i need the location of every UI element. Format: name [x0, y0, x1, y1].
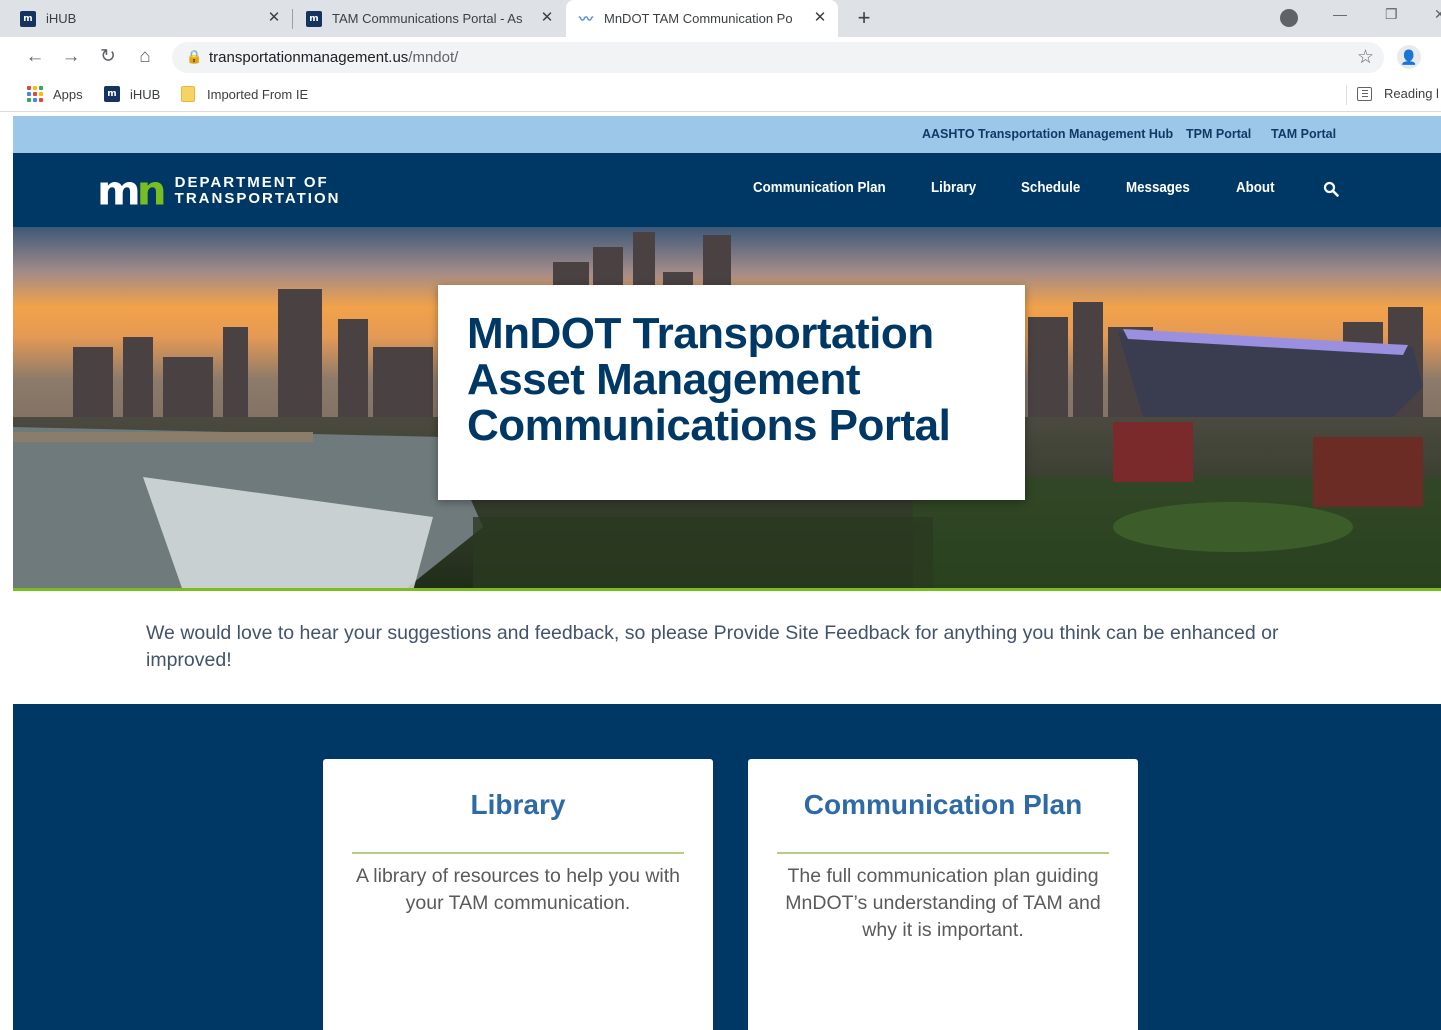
link-aashto-hub[interactable]: AASHTO Transportation Management Hub: [922, 127, 1173, 141]
link-tpm-portal[interactable]: TPM Portal: [1186, 127, 1251, 141]
bookmark-imported-from-ie[interactable]: Imported From IE: [181, 86, 308, 102]
close-tab-icon[interactable]: ✕: [266, 10, 282, 26]
new-tab-button[interactable]: +: [853, 7, 875, 30]
hero-banner: MnDOT Transportation Asset Management Co…: [13, 227, 1441, 591]
browser-tab-tam-portal[interactable]: m TAM Communications Portal - As ✕: [293, 0, 565, 37]
logo-text: DEPARTMENT OF TRANSPORTATION: [175, 175, 341, 207]
card-divider: [352, 852, 684, 854]
utility-links-bar: AASHTO Transportation Management Hub TPM…: [13, 116, 1441, 153]
close-tab-icon[interactable]: ✕: [539, 10, 555, 26]
nav-communication-plan[interactable]: Communication Plan: [753, 180, 886, 196]
back-icon[interactable]: ←: [24, 46, 46, 68]
nav-messages[interactable]: Messages: [1126, 180, 1190, 196]
apps-grid-icon: [27, 86, 43, 102]
hero-title: MnDOT Transportation Asset Management Co…: [467, 311, 1007, 449]
mn-favicon-icon: m: [306, 10, 322, 27]
url-path: /mndot/: [408, 49, 459, 66]
feature-cards-section: Library A library of resources to help y…: [13, 704, 1441, 1030]
hero-title-card: MnDOT Transportation Asset Management Co…: [438, 285, 1025, 500]
bookmarks-separator: [1346, 85, 1347, 105]
reading-list-button[interactable]: Reading l: [1357, 86, 1439, 101]
home-icon[interactable]: ⌂: [134, 46, 156, 68]
reading-list-icon: [1357, 86, 1372, 101]
bookmarks-bar: Apps m iHUB Imported From IE Reading l: [0, 78, 1441, 112]
tab-search-button[interactable]: [1280, 9, 1298, 27]
mndot-logo[interactable]: mn DEPARTMENT OF TRANSPORTATION: [97, 167, 341, 214]
close-window-icon[interactable]: ✕: [1434, 6, 1441, 23]
card-description: A library of resources to help you with …: [355, 865, 681, 914]
logo-line-1: DEPARTMENT OF: [174, 174, 329, 191]
browser-tabstrip: m iHUB ✕ m TAM Communications Portal - A…: [0, 0, 1441, 37]
close-tab-icon[interactable]: ✕: [812, 10, 828, 26]
card-divider: [777, 852, 1109, 854]
tam-favicon-icon: 〰: [579, 11, 593, 28]
reload-icon[interactable]: ↻: [97, 46, 119, 68]
feedback-message: We would love to hear your suggestions a…: [146, 622, 1279, 671]
bookmark-label: iHUB: [130, 86, 161, 102]
page-viewport: AASHTO Transportation Management Hub TPM…: [13, 116, 1441, 1030]
nav-schedule[interactable]: Schedule: [1021, 180, 1080, 196]
profile-avatar-icon[interactable]: 👤: [1397, 45, 1421, 69]
main-navigation: mn DEPARTMENT OF TRANSPORTATION Communic…: [13, 153, 1441, 227]
tab-title: iHUB: [46, 11, 77, 26]
forward-icon[interactable]: →: [60, 46, 82, 68]
minimize-icon[interactable]: —: [1333, 6, 1347, 22]
card-communication-plan[interactable]: Communication Plan The full communicatio…: [748, 759, 1138, 1030]
url-text: transportationmanagement.us/mndot/: [209, 49, 458, 66]
logo-line-2: TRANSPORTATION: [174, 190, 341, 207]
restore-icon[interactable]: ❐: [1385, 6, 1398, 23]
browser-toolbar: ← → ↻ ⌂ 🔒 transportationmanagement.us/mn…: [0, 37, 1441, 78]
card-description: The full communication plan guiding MnDO…: [785, 865, 1101, 941]
folder-icon: [181, 86, 195, 102]
url-host: transportationmanagement.us: [209, 49, 409, 66]
mn-favicon-icon: m: [20, 10, 36, 27]
bookmark-label: Apps: [53, 86, 83, 102]
card-library[interactable]: Library A library of resources to help y…: [323, 759, 713, 1030]
nav-about[interactable]: About: [1236, 180, 1275, 196]
hero-title-line-2: Asset Management: [467, 355, 861, 404]
address-bar[interactable]: 🔒 transportationmanagement.us/mndot/ ☆: [172, 42, 1384, 73]
nav-library[interactable]: Library: [931, 180, 976, 196]
bookmark-label: Imported From IE: [207, 86, 309, 102]
browser-tab-ihub[interactable]: m iHUB ✕: [20, 0, 292, 37]
bookmark-ihub[interactable]: m iHUB: [104, 86, 160, 102]
card-title[interactable]: Library: [323, 789, 713, 821]
reading-list-label: Reading l: [1384, 86, 1439, 101]
link-tam-portal[interactable]: TAM Portal: [1271, 127, 1336, 141]
mn-favicon-icon: m: [104, 86, 120, 102]
card-title[interactable]: Communication Plan: [748, 789, 1138, 821]
search-icon[interactable]: [1323, 181, 1339, 197]
tab-title: TAM Communications Portal - As: [332, 11, 523, 26]
tab-title: MnDOT TAM Communication Po: [604, 11, 793, 26]
hero-title-line-3: Communications Portal: [467, 401, 951, 450]
hero-title-line-1: MnDOT Transportation: [467, 309, 934, 358]
logo-mark: mn: [97, 167, 167, 214]
browser-tab-mndot-tam[interactable]: 〰 MnDOT TAM Communication Po ✕: [566, 0, 838, 37]
bookmark-apps[interactable]: Apps: [27, 86, 83, 102]
bookmark-star-icon[interactable]: ☆: [1357, 46, 1374, 69]
lock-icon: 🔒: [186, 49, 203, 64]
